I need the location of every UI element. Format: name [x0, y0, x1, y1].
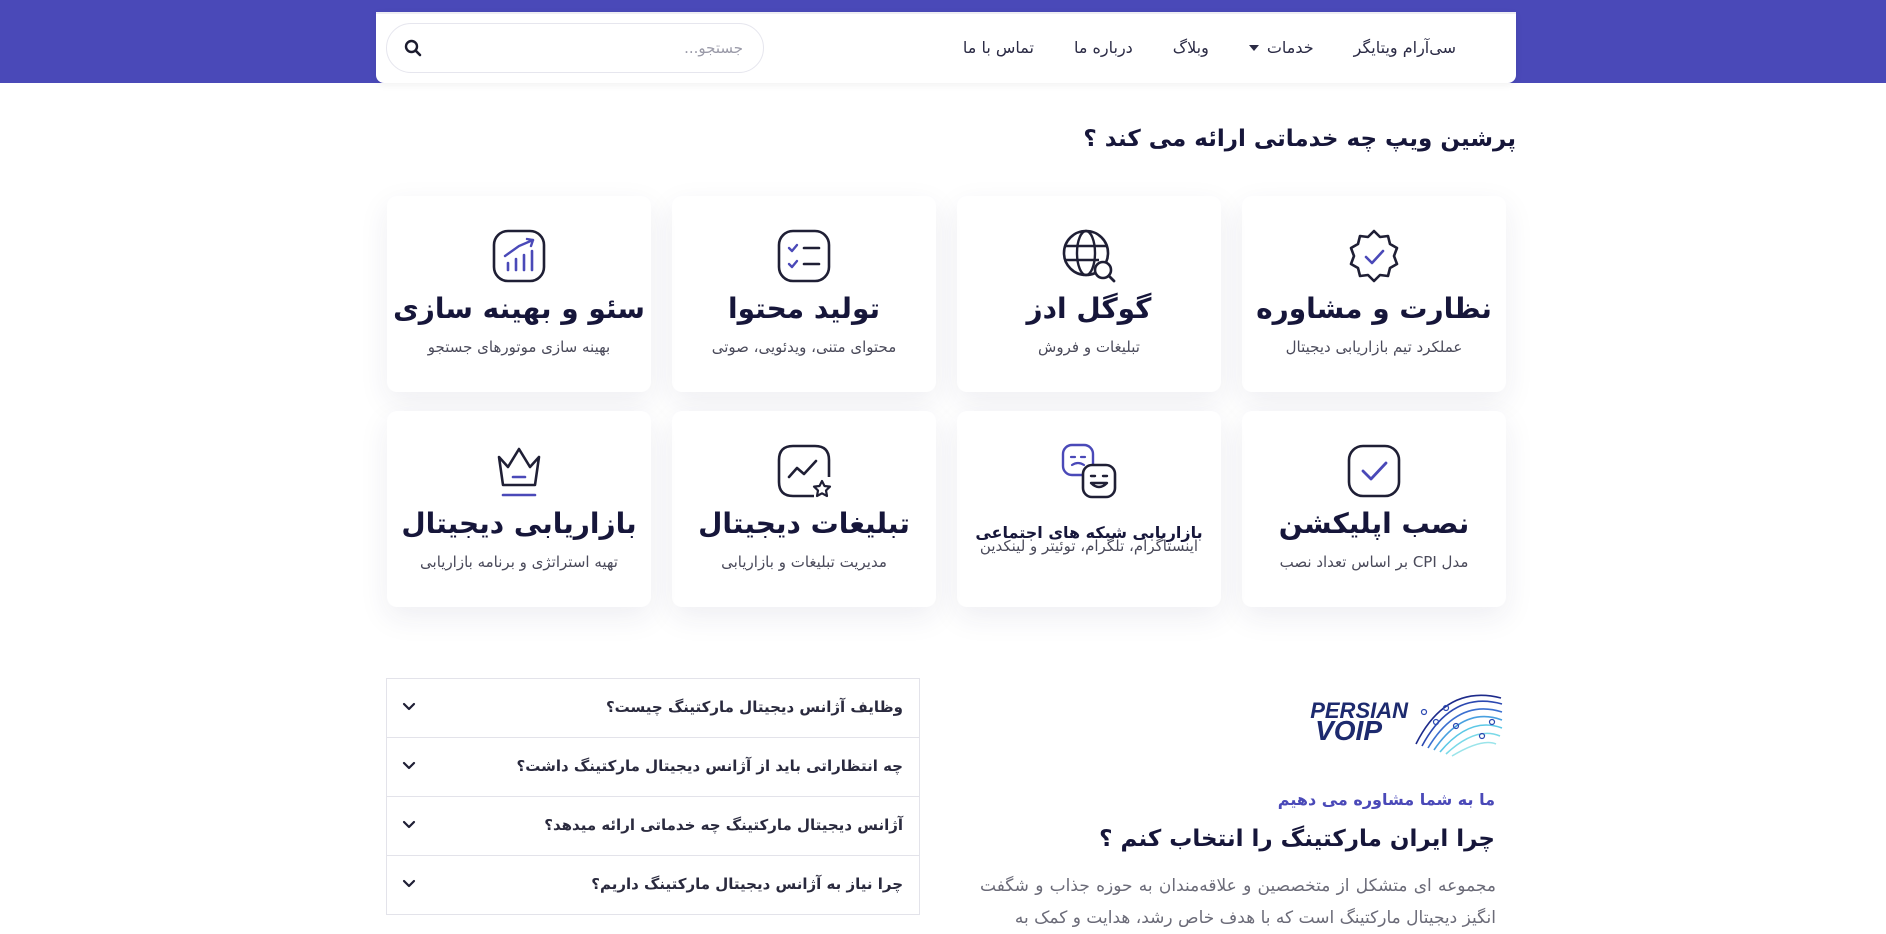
chevron-down-icon — [402, 761, 416, 770]
card-desc: تبلیغات و فروش — [1038, 338, 1140, 356]
service-card-consulting[interactable]: نظارت و مشاوره عملکرد تیم بازاریابی دیجی… — [1242, 196, 1506, 392]
card-desc: مدیریت تبلیغات و بازاریابی — [721, 553, 887, 571]
nav-item-blog[interactable]: وبلاگ — [1153, 38, 1229, 57]
faq-accordion: وظایف آژانس دیجیتال مارکتینگ چیست؟ چه ان… — [386, 678, 920, 915]
faq-question: وظایف آژانس دیجیتال مارکتینگ چیست؟ — [605, 698, 903, 716]
crown-icon — [497, 447, 541, 497]
nav-item-label: خدمات — [1266, 38, 1314, 57]
faq-item[interactable]: چه انتظاراتی باید از آژانس دیجیتال مارکت… — [386, 738, 920, 797]
chevron-down-icon — [402, 702, 416, 711]
faq-question: چه انتظاراتی باید از آژانس دیجیتال مارکت… — [516, 757, 904, 775]
service-card-digital-ads[interactable]: تبلیغات دیجیتال مدیریت تبلیغات و بازاریا… — [672, 411, 936, 607]
card-title: تبلیغات دیجیتال — [698, 507, 910, 540]
service-card-google-ads[interactable]: گوگل ادز تبلیغات و فروش — [957, 196, 1221, 392]
service-card-digital-marketing[interactable]: بازاریابی دیجیتال تهیه استراتژی و برنامه… — [387, 411, 651, 607]
card-title: نظارت و مشاوره — [1256, 292, 1492, 325]
main-navbar: سی‌آرام ویتایگر خدمات وبلاگ درباره ما تم… — [376, 12, 1516, 83]
nav-item-home[interactable]: سی‌آرام ویتایگر — [1334, 38, 1476, 57]
card-title: تولید محتوا — [727, 292, 881, 325]
card-desc: تهیه استراتژی و برنامه بازاریابی — [420, 553, 618, 571]
growth-chart-icon — [492, 229, 546, 283]
nav-item-label: درباره ما — [1073, 38, 1133, 57]
faq-item[interactable]: وظایف آژانس دیجیتال مارکتینگ چیست؟ — [386, 678, 920, 738]
faq-question: چرا نیاز به آژانس دیجیتال مارکتینگ داریم… — [591, 875, 903, 893]
services-section-title: پرشین ویپ چه خدماتی ارائه می کند ؟ — [1083, 126, 1516, 152]
nav-item-contact[interactable]: تماس با ما — [943, 38, 1054, 57]
nav-item-services[interactable]: خدمات — [1229, 38, 1334, 57]
card-desc: عملکرد تیم بازاریابی دیجیتال — [1285, 338, 1463, 356]
globe-search-icon — [1062, 229, 1116, 283]
search-box — [386, 23, 764, 73]
card-desc: محتوای متنی، ویدئویی، صوتی — [711, 338, 897, 356]
search-input[interactable] — [441, 24, 745, 72]
checklist-icon — [777, 229, 831, 283]
card-title: گوگل ادز — [1026, 292, 1152, 325]
badge-check-icon — [1349, 229, 1399, 283]
check-square-icon — [1347, 444, 1401, 498]
caret-down-icon — [1248, 44, 1259, 51]
faq-question: آژانس دیجیتال مارکتینگ چه خدماتی ارائه م… — [544, 816, 903, 834]
card-desc: اینستاگرام، تلگرام، توئیتر و لینکدین — [979, 537, 1199, 555]
faq-item[interactable]: آژانس دیجیتال مارکتینگ چه خدماتی ارائه م… — [386, 797, 920, 856]
nav-item-label: تماس با ما — [962, 38, 1034, 57]
card-title: نصب اپلیکشن — [1278, 507, 1470, 540]
search-icon[interactable] — [403, 38, 423, 58]
nav-item-about[interactable]: درباره ما — [1054, 38, 1153, 57]
service-card-app-install[interactable]: نصب اپلیکشن مدل CPI بر اساس تعداد نصب — [1242, 411, 1506, 607]
chevron-down-icon — [402, 820, 416, 829]
nav-item-label: وبلاگ — [1172, 38, 1209, 57]
about-kicker: ما به شما مشاوره می دهیم — [1277, 790, 1495, 809]
nav-item-label: سی‌آرام ویتایگر — [1353, 38, 1456, 57]
emoji-faces-icon — [1061, 443, 1117, 499]
service-card-content[interactable]: تولید محتوا محتوای متنی، ویدئویی، صوتی — [672, 196, 936, 392]
nav-menu: سی‌آرام ویتایگر خدمات وبلاگ درباره ما تم… — [943, 12, 1476, 83]
about-title: چرا ایران مارکتینگ را انتخاب کنم ؟ — [1099, 826, 1495, 852]
service-card-social[interactable]: بازاریابی شبکه های اجتماعی اینستاگرام، ت… — [957, 411, 1221, 607]
chevron-down-icon — [402, 879, 416, 888]
service-card-seo[interactable]: سئو و بهینه سازی بهینه سازی موتورهای جست… — [387, 196, 651, 392]
card-title: بازاریابی دیجیتال — [401, 507, 637, 540]
faq-item[interactable]: چرا نیاز به آژانس دیجیتال مارکتینگ داریم… — [386, 856, 920, 915]
chart-star-icon — [777, 444, 832, 498]
persian-voip-logo: PERSIAN VOIP — [1310, 694, 1503, 757]
card-title: سئو و بهینه سازی — [393, 292, 645, 325]
logo-text-line2: VOIP — [1315, 715, 1382, 746]
card-desc: بهینه سازی موتورهای جستجو — [427, 338, 611, 356]
about-paragraph: مجموعه ای متشکل از متخصصین و علاقه‌مندان… — [980, 876, 1496, 928]
card-desc: مدل CPI بر اساس تعداد نصب — [1279, 553, 1469, 571]
